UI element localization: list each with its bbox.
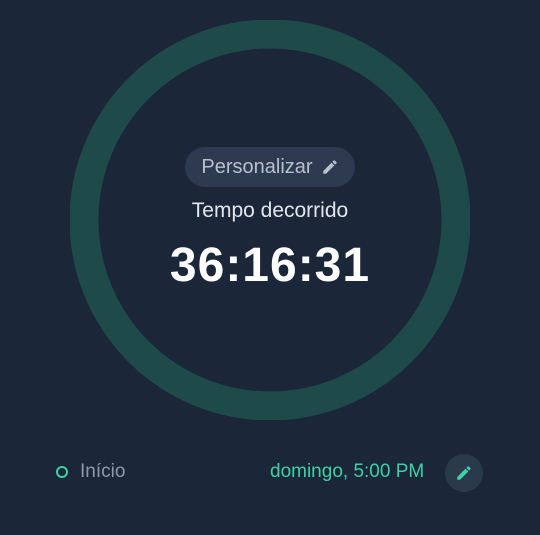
- elapsed-time: 36:16:31: [169, 239, 371, 292]
- start-time[interactable]: domingo, 5:00 PM: [270, 460, 424, 484]
- start-dot-icon: [56, 466, 68, 478]
- pencil-icon: [321, 158, 339, 176]
- customize-button[interactable]: Personalizar: [185, 147, 355, 187]
- timer-screen: Personalizar Tempo decorrido 36:16:31 In…: [0, 0, 540, 535]
- timer-center: Personalizar Tempo decorrido 36:16:31: [70, 20, 470, 420]
- start-label: Início: [80, 461, 126, 482]
- pencil-icon: [455, 464, 473, 482]
- start-row: Início: [56, 460, 125, 484]
- customize-label: Personalizar: [201, 155, 313, 178]
- edit-start-button[interactable]: [445, 454, 483, 492]
- elapsed-label: Tempo decorrido: [191, 199, 349, 222]
